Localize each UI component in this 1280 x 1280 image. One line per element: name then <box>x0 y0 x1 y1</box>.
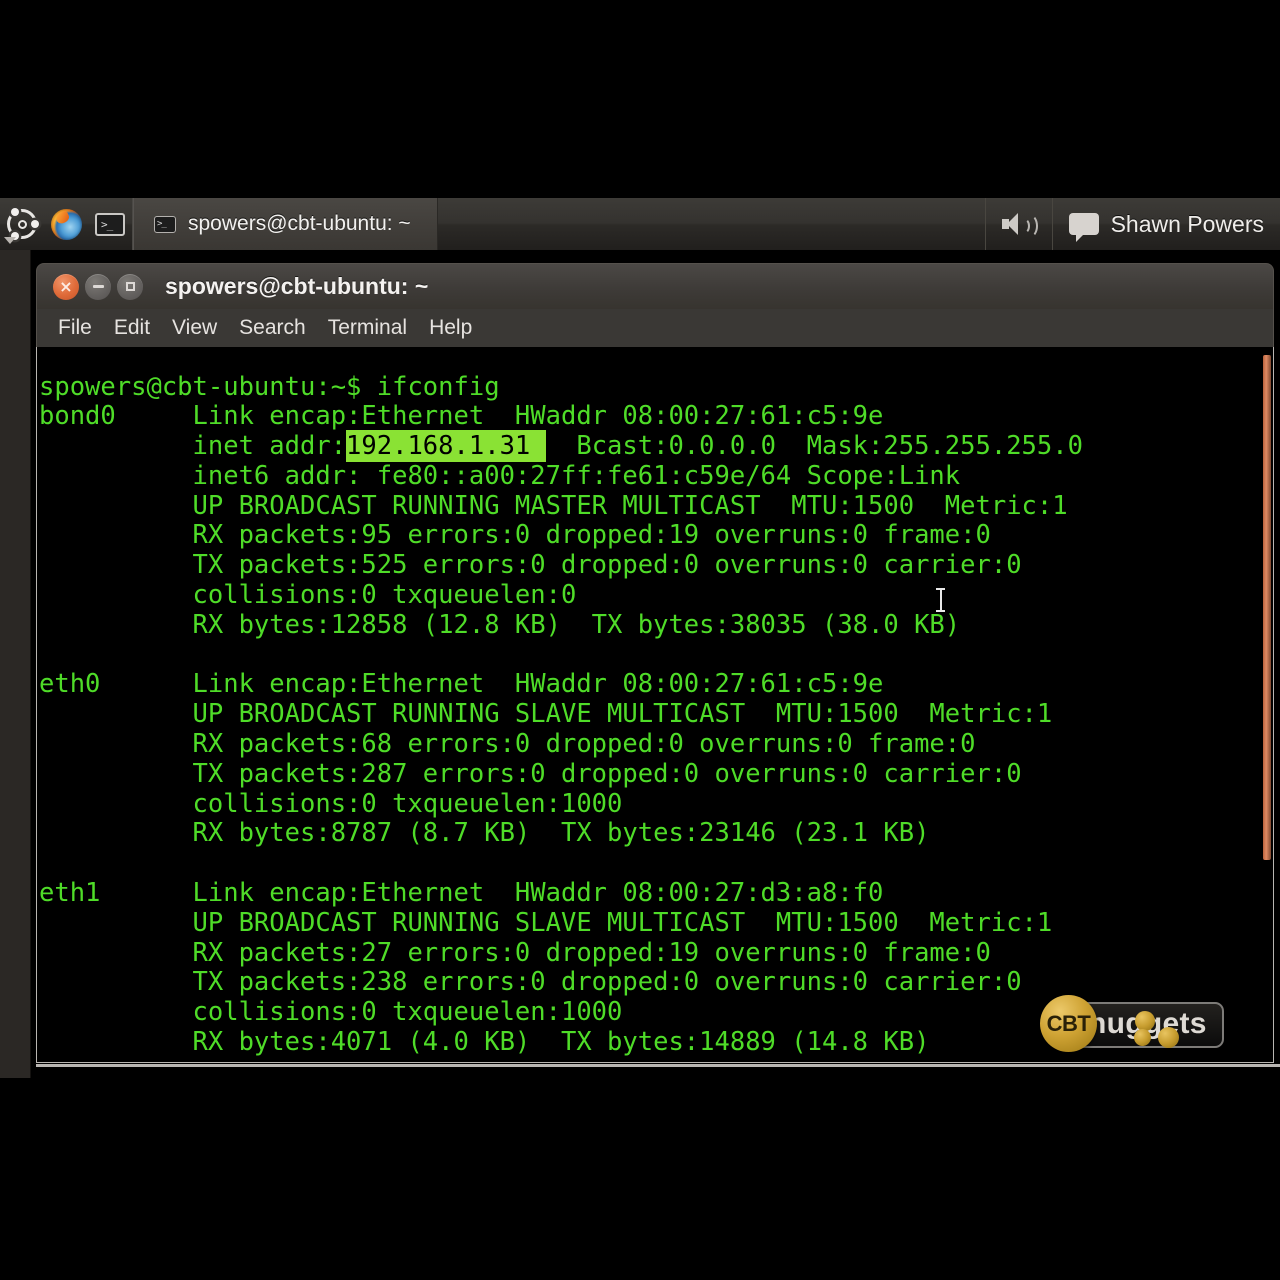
menu-search[interactable]: Search <box>228 313 317 343</box>
ubuntu-dash-icon[interactable] <box>0 198 44 250</box>
unity-launcher-strip[interactable] <box>0 198 31 1078</box>
ubuntu-logo-glyph <box>7 208 39 240</box>
speaker-icon <box>1001 211 1038 238</box>
volume-indicator[interactable] <box>986 198 1052 250</box>
terminal-icon[interactable]: >_ <box>88 198 132 250</box>
user-menu[interactable]: Shawn Powers <box>1053 198 1280 250</box>
ubuntu-desktop: >_ >_ spowers@cbt-ubuntu: ~ Shawn Powers… <box>0 198 1280 1078</box>
taskbar-item-label: spowers@cbt-ubuntu: ~ <box>188 212 411 235</box>
window-titlebar[interactable]: × spowers@cbt-ubuntu: ~ <box>36 263 1274 309</box>
menu-view[interactable]: View <box>161 313 228 343</box>
screen: >_ >_ spowers@cbt-ubuntu: ~ Shawn Powers… <box>0 0 1280 1280</box>
chat-bubble-icon <box>1068 213 1099 242</box>
panel-indicators: Shawn Powers <box>984 198 1280 250</box>
scrollbar-thumb[interactable] <box>1263 355 1271 860</box>
launcher-arrow-icon <box>4 237 16 244</box>
top-panel: >_ >_ spowers@cbt-ubuntu: ~ Shawn Powers <box>0 198 1280 250</box>
menu-edit[interactable]: Edit <box>103 313 161 343</box>
menu-terminal[interactable]: Terminal <box>317 313 418 343</box>
menu-help[interactable]: Help <box>418 313 483 343</box>
terminal-output-area[interactable]: spowers@cbt-ubuntu:~$ ifconfig bond0 Lin… <box>36 347 1274 1063</box>
minimize-button[interactable] <box>85 273 111 300</box>
terminal-text: spowers@cbt-ubuntu:~$ ifconfig bond0 Lin… <box>39 371 1083 1058</box>
window-title: spowers@cbt-ubuntu: ~ <box>165 273 429 299</box>
close-button[interactable]: × <box>53 273 79 300</box>
taskbar-item-terminal[interactable]: >_ spowers@cbt-ubuntu: ~ <box>133 198 438 250</box>
menu-file[interactable]: File <box>47 313 103 343</box>
terminal-window: × spowers@cbt-ubuntu: ~ File Edit View S… <box>36 263 1274 1063</box>
terminal-glyph: >_ <box>95 212 125 236</box>
terminal-icon-small: >_ <box>154 215 176 233</box>
username-label: Shawn Powers <box>1110 210 1264 237</box>
panel-launcher-icons: >_ >_ spowers@cbt-ubuntu: ~ <box>0 198 438 250</box>
maximize-button[interactable] <box>117 273 143 300</box>
firefox-icon[interactable] <box>44 198 88 250</box>
window-bottom-edge <box>36 1064 1280 1067</box>
terminal-scrollbar[interactable] <box>1261 347 1273 1062</box>
menubar: File Edit View Search Terminal Help <box>36 309 1274 347</box>
